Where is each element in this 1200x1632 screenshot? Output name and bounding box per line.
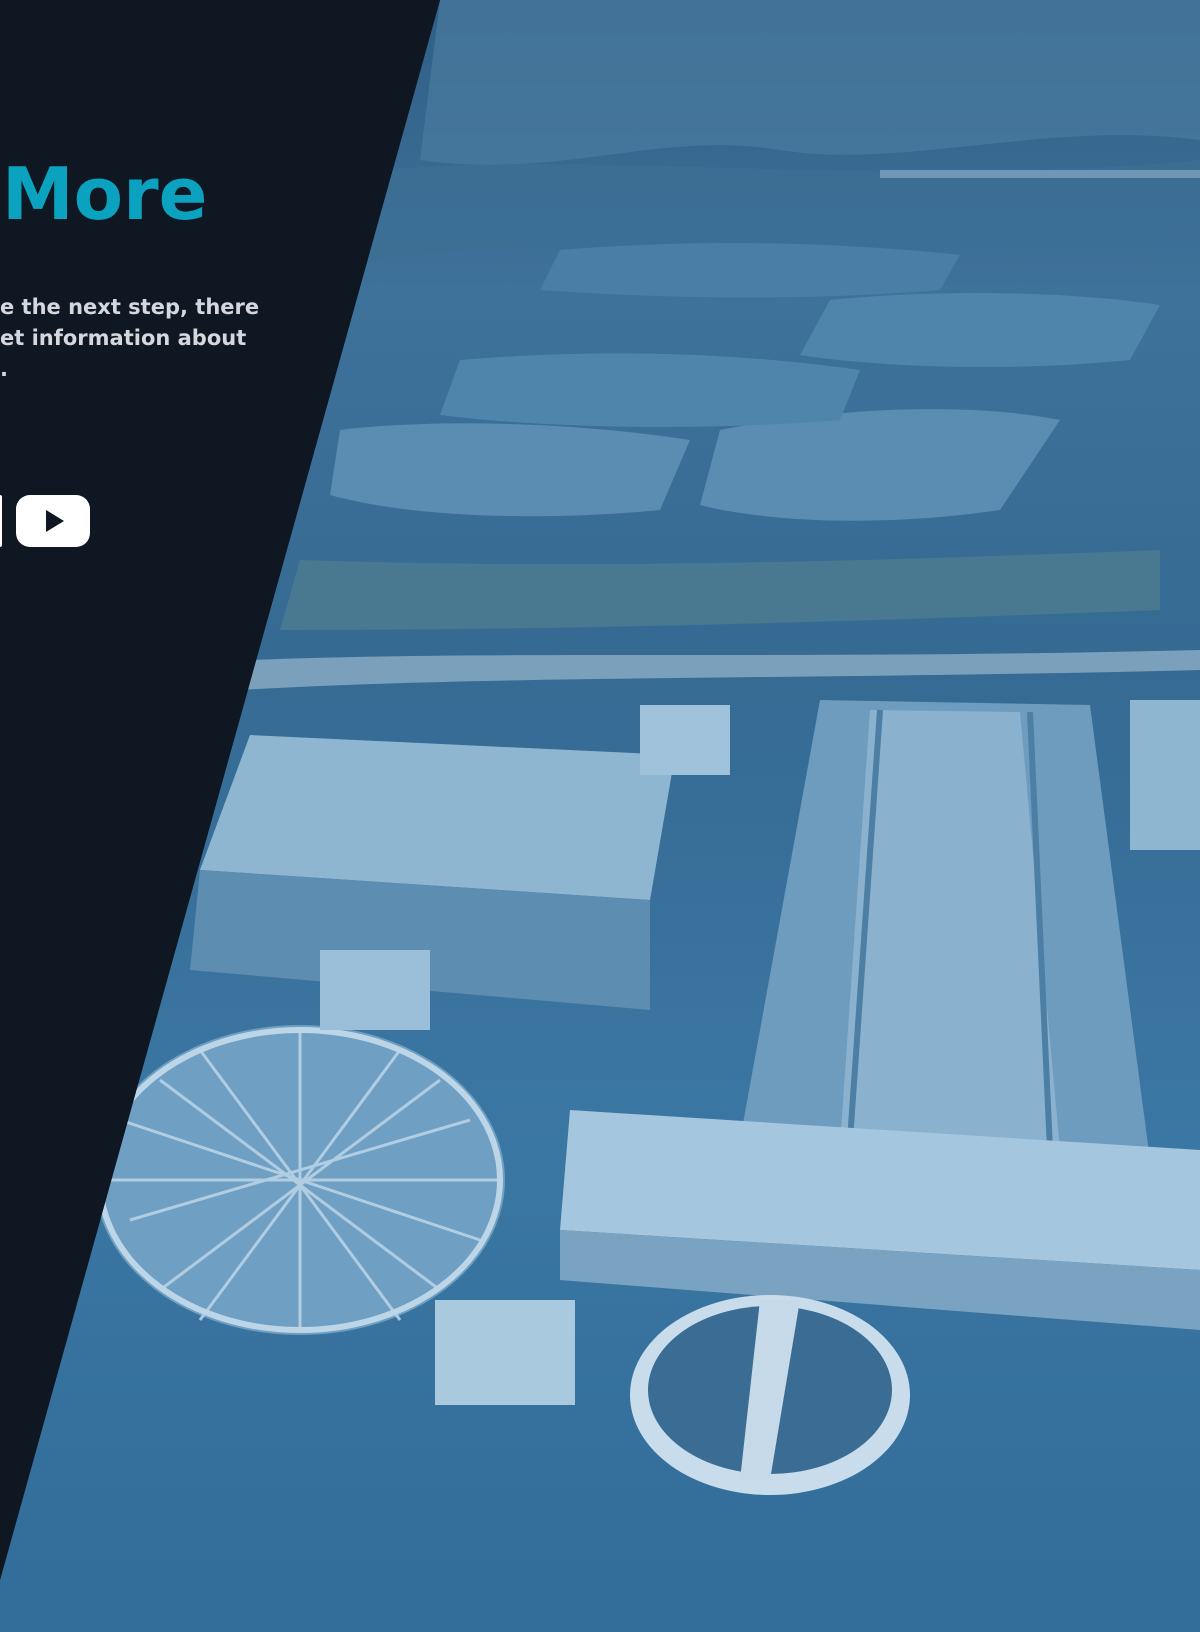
youtube-play-icon [46,510,64,532]
social-link-partial[interactable] [0,495,2,547]
section-heading: More [2,152,208,236]
learn-more-section: More e the next step, there et informati… [0,0,1200,1632]
youtube-link[interactable] [16,495,90,547]
social-links [0,495,90,547]
body-line-1: e the next step, there [0,295,260,319]
body-line-3: . [0,357,8,381]
section-body-text: e the next step, there et information ab… [0,292,260,385]
body-line-2: et information about [0,326,247,350]
